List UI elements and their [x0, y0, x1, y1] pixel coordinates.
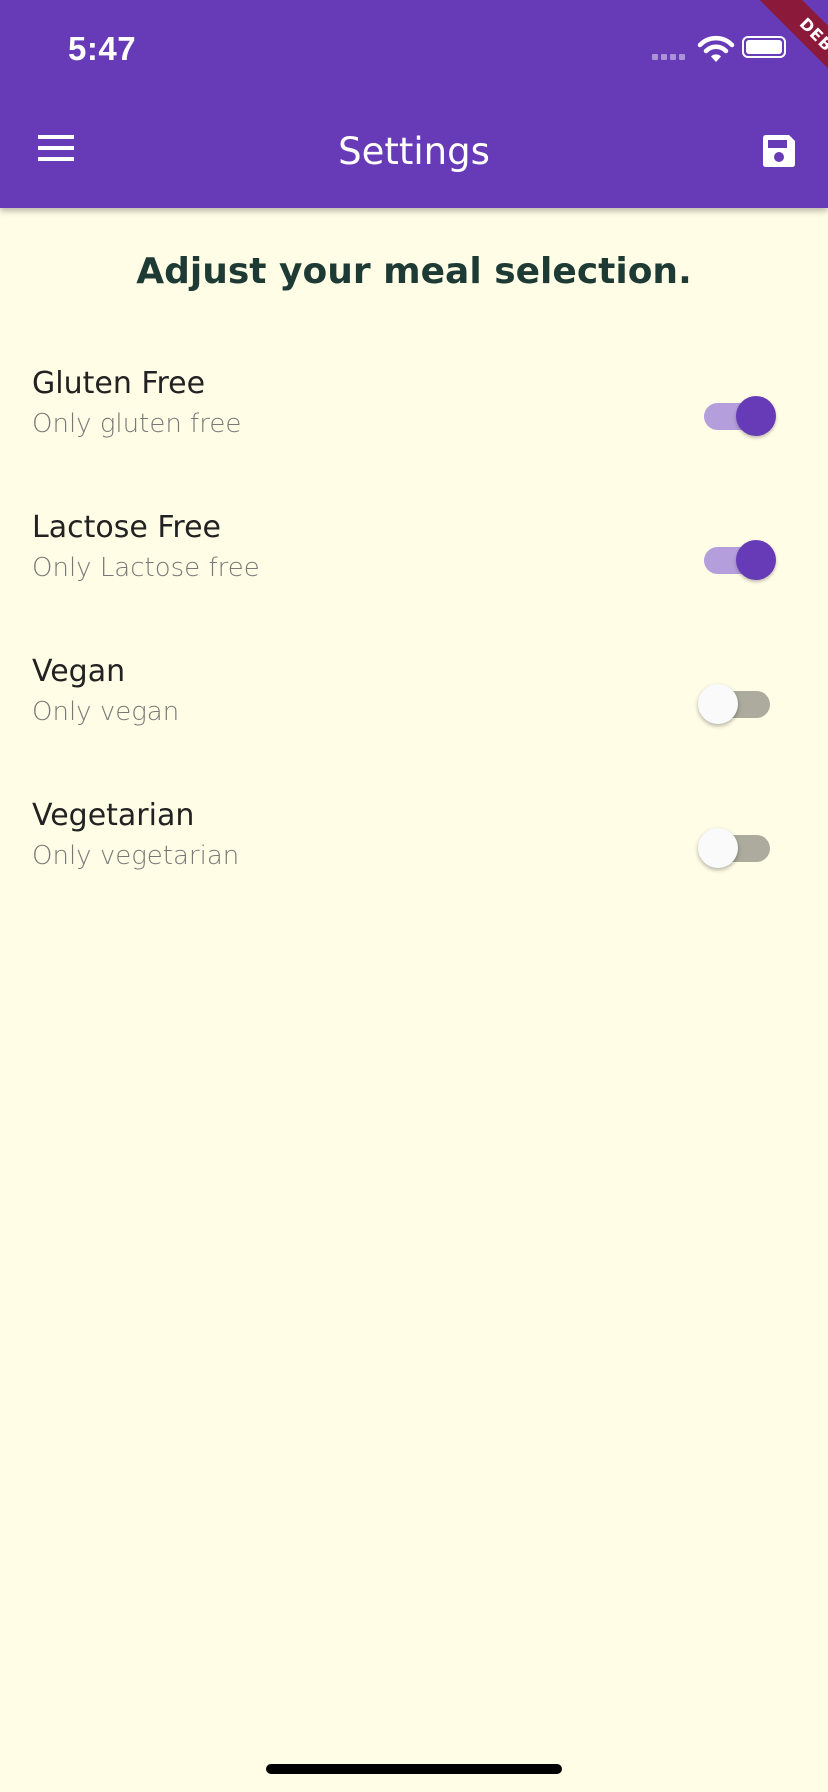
- page-title: Settings: [338, 130, 490, 173]
- setting-vegetarian[interactable]: Vegetarian Only vegetarian: [0, 780, 828, 924]
- switch-thumb: [736, 540, 776, 580]
- setting-subtitle: Only vegetarian: [32, 841, 240, 871]
- switch-thumb: [698, 828, 738, 868]
- gluten-free-switch[interactable]: [698, 393, 778, 439]
- settings-list: Gluten Free Only gluten free Lactose Fre…: [0, 348, 828, 924]
- setting-subtitle: Only vegan: [32, 697, 180, 727]
- setting-vegan[interactable]: Vegan Only vegan: [0, 636, 828, 780]
- status-time: 5:47: [68, 30, 137, 67]
- page-heading: Adjust your meal selection.: [136, 251, 692, 292]
- setting-lactose-free[interactable]: Lactose Free Only Lactose free: [0, 492, 828, 636]
- setting-subtitle: Only Lactose free: [32, 553, 260, 583]
- setting-title: Vegetarian: [32, 798, 195, 833]
- floppy-save-icon: [763, 135, 795, 167]
- switch-thumb: [736, 396, 776, 436]
- vegan-switch[interactable]: [698, 681, 778, 727]
- battery-icon: [742, 36, 786, 58]
- switch-thumb: [698, 684, 738, 724]
- app-bar: 5:47 Settings DEBUG: [0, 0, 828, 208]
- home-indicator[interactable]: [266, 1764, 562, 1774]
- setting-gluten-free[interactable]: Gluten Free Only gluten free: [0, 348, 828, 492]
- setting-title: Lactose Free: [32, 510, 221, 545]
- cellular-signal-icon: [652, 54, 685, 60]
- setting-title: Vegan: [32, 654, 126, 689]
- save-button[interactable]: [754, 126, 804, 176]
- setting-subtitle: Only gluten free: [32, 409, 242, 439]
- setting-title: Gluten Free: [32, 366, 206, 401]
- lactose-free-switch[interactable]: [698, 537, 778, 583]
- vegetarian-switch[interactable]: [698, 825, 778, 871]
- wifi-icon: [697, 34, 735, 64]
